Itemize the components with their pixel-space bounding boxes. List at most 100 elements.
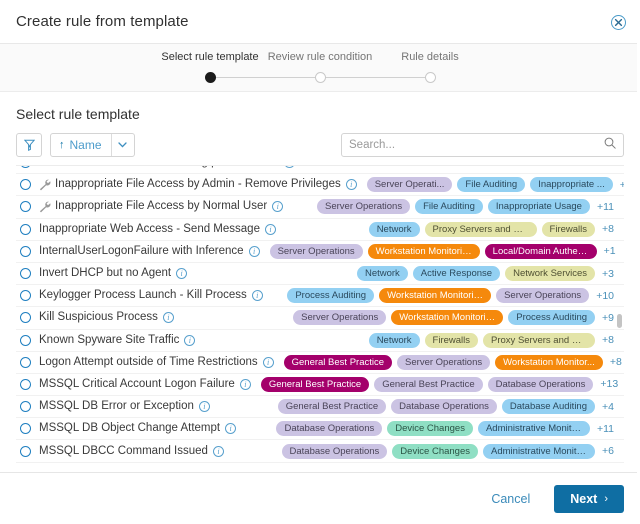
- tag-chip: Device Changes: [392, 443, 479, 459]
- info-icon[interactable]: i: [198, 401, 210, 413]
- step-dot: [204, 72, 216, 83]
- tag-chip: Device Changes: [387, 421, 473, 437]
- list-scrollbar-thumb[interactable]: [617, 314, 622, 328]
- step-rule-details[interactable]: Rule details: [375, 44, 485, 92]
- next-button[interactable]: Next ›: [554, 484, 624, 513]
- table-row[interactable]: Keylogger Process Launch - Kill Process i…: [16, 285, 624, 308]
- row-radio-button[interactable]: [20, 423, 31, 435]
- tag-chip: Workstation Monitor...: [495, 354, 603, 370]
- rule-template-name: Kill Suspicious Process: [39, 311, 158, 324]
- search-box[interactable]: [341, 133, 624, 157]
- tag-chip: Network: [368, 221, 420, 237]
- table-row[interactable]: InternalUserLogonFailure with Inference i…: [16, 241, 624, 263]
- tag-overflow-count[interactable]: +8: [602, 223, 614, 235]
- step-connector: [375, 77, 430, 78]
- tag-chip: Server Operations: [496, 288, 590, 304]
- modal-header: Create rule from template: [0, 0, 640, 44]
- table-row[interactable]: Invert DHCP but no Agent i Network Active R…: [16, 263, 624, 286]
- tag-chip: Local/Domain Authen...: [484, 243, 597, 259]
- next-button-label: Next: [570, 491, 598, 506]
- row-radio-button[interactable]: [20, 245, 31, 257]
- table-row[interactable]: MSSQL DB Error or Exception i General Best…: [16, 396, 624, 419]
- tag-list: Network Proxy Servers and Co... Firewalls +…: [359, 221, 614, 237]
- tag-chip: Server Operations: [317, 199, 411, 215]
- row-radio-button[interactable]: [20, 356, 31, 368]
- page-title: Create rule from template: [16, 13, 189, 30]
- table-row[interactable]: Inappropriate File Access by Admin - Rem…: [16, 174, 624, 197]
- row-radio-button[interactable]: [20, 268, 31, 280]
- rule-template-name: InternalUserLogonFailure with Inference: [39, 244, 244, 257]
- row-radio-button[interactable]: [20, 401, 31, 413]
- tag-chip: Process Auditing: [287, 288, 375, 304]
- row-radio-button[interactable]: [20, 445, 31, 457]
- cancel-button[interactable]: Cancel: [485, 488, 536, 510]
- row-radio-button[interactable]: [20, 334, 31, 346]
- info-icon[interactable]: i: [272, 201, 284, 213]
- table-row[interactable]: Inappropriate Web Access - Send Message i…: [16, 219, 624, 241]
- info-icon[interactable]: i: [212, 445, 224, 457]
- info-icon[interactable]: i: [262, 356, 274, 368]
- tag-chip: Inappropriate ...: [530, 177, 613, 193]
- tag-chip: Server Operati...: [366, 177, 453, 193]
- close-icon[interactable]: [609, 13, 627, 31]
- info-icon[interactable]: i: [176, 268, 188, 280]
- info-icon[interactable]: i: [162, 312, 174, 324]
- row-radio-button[interactable]: [20, 179, 31, 191]
- tag-overflow-count[interactable]: +11: [597, 201, 614, 213]
- modal-body: Select rule template ↑ Name Search... In…: [0, 92, 640, 472]
- tag-chip: Network: [368, 332, 420, 348]
- tag-list: Process Auditing Workstation Monitoring Se…: [277, 288, 614, 304]
- tag-overflow-count[interactable]: +10: [596, 290, 614, 302]
- row-radio-button[interactable]: [20, 201, 31, 213]
- tag-overflow-count[interactable]: +8: [602, 334, 614, 346]
- chevron-down-icon[interactable]: [110, 134, 134, 156]
- row-radio-button[interactable]: [20, 223, 31, 235]
- step-connector: [265, 77, 320, 78]
- info-icon[interactable]: i: [248, 245, 260, 257]
- table-row[interactable]: MSSQL Critical Account Logon Failure i Gen…: [16, 374, 624, 397]
- step-review-rule-condition[interactable]: Review rule condition: [265, 44, 375, 92]
- info-icon[interactable]: i: [251, 290, 263, 302]
- list-scrollbar-track[interactable]: [616, 166, 623, 472]
- step-select-rule-template[interactable]: Select rule template: [155, 44, 265, 92]
- info-icon[interactable]: i: [184, 334, 196, 346]
- filter-funnel-icon[interactable]: [16, 133, 42, 157]
- arrow-up-icon: ↑: [59, 138, 65, 151]
- tag-overflow-count[interactable]: +6: [602, 445, 614, 457]
- tag-overflow-count[interactable]: +11: [597, 423, 614, 435]
- chevron-right-icon: ›: [604, 492, 608, 505]
- tag-chip: Server Operations: [397, 354, 491, 370]
- info-icon[interactable]: i: [283, 166, 295, 169]
- row-radio-button[interactable]: [20, 312, 31, 324]
- tag-overflow-count[interactable]: +1: [604, 245, 616, 257]
- tag-overflow-count[interactable]: +4: [602, 401, 614, 413]
- info-icon[interactable]: i: [225, 423, 237, 435]
- search-icon: [604, 136, 616, 154]
- tag-overflow-count[interactable]: +9: [602, 312, 614, 324]
- table-row[interactable]: Inappropriate File Access by Normal User…: [16, 196, 624, 219]
- table-row[interactable]: Internal User with Driver Warning possib…: [16, 166, 624, 175]
- table-row[interactable]: Logon Attempt outside of Time Restrictio…: [16, 352, 624, 374]
- tag-chip: Database Operations: [487, 376, 594, 392]
- table-row[interactable]: MSSQL DB Object Change Attempt i Database …: [16, 418, 624, 441]
- modal-footer: Cancel Next ›: [0, 472, 640, 524]
- tag-overflow-count[interactable]: +3: [602, 268, 614, 280]
- rule-template-name: MSSQL DBCC Command Issued: [39, 444, 208, 457]
- info-icon[interactable]: i: [239, 378, 251, 390]
- table-row[interactable]: Known Spyware Site Traffic i Network Firewa…: [16, 330, 624, 352]
- row-radio-button[interactable]: [20, 378, 31, 390]
- info-icon[interactable]: i: [345, 179, 357, 191]
- list-scroll-area[interactable]: Internal User with Driver Warning possib…: [16, 166, 624, 472]
- info-icon[interactable]: i: [264, 223, 276, 235]
- sort-by-name-button[interactable]: ↑ Name: [51, 134, 111, 156]
- search-input[interactable]: [349, 139, 604, 151]
- table-row[interactable]: MSSQL DBCC Command Issued i Database Opera…: [16, 440, 624, 463]
- row-radio-button[interactable]: [20, 290, 31, 302]
- row-radio-button[interactable]: [20, 166, 31, 169]
- section-title: Select rule template: [16, 106, 140, 122]
- tag-chip: Firewalls: [424, 332, 479, 348]
- wrench-icon: [39, 201, 52, 213]
- table-row[interactable]: Kill Suspicious Process i Server Operation…: [16, 307, 624, 330]
- tag-list: Server Operations File Auditing Inappropri…: [307, 199, 614, 215]
- rule-template-name: Inappropriate File Access by Admin - Rem…: [55, 178, 341, 191]
